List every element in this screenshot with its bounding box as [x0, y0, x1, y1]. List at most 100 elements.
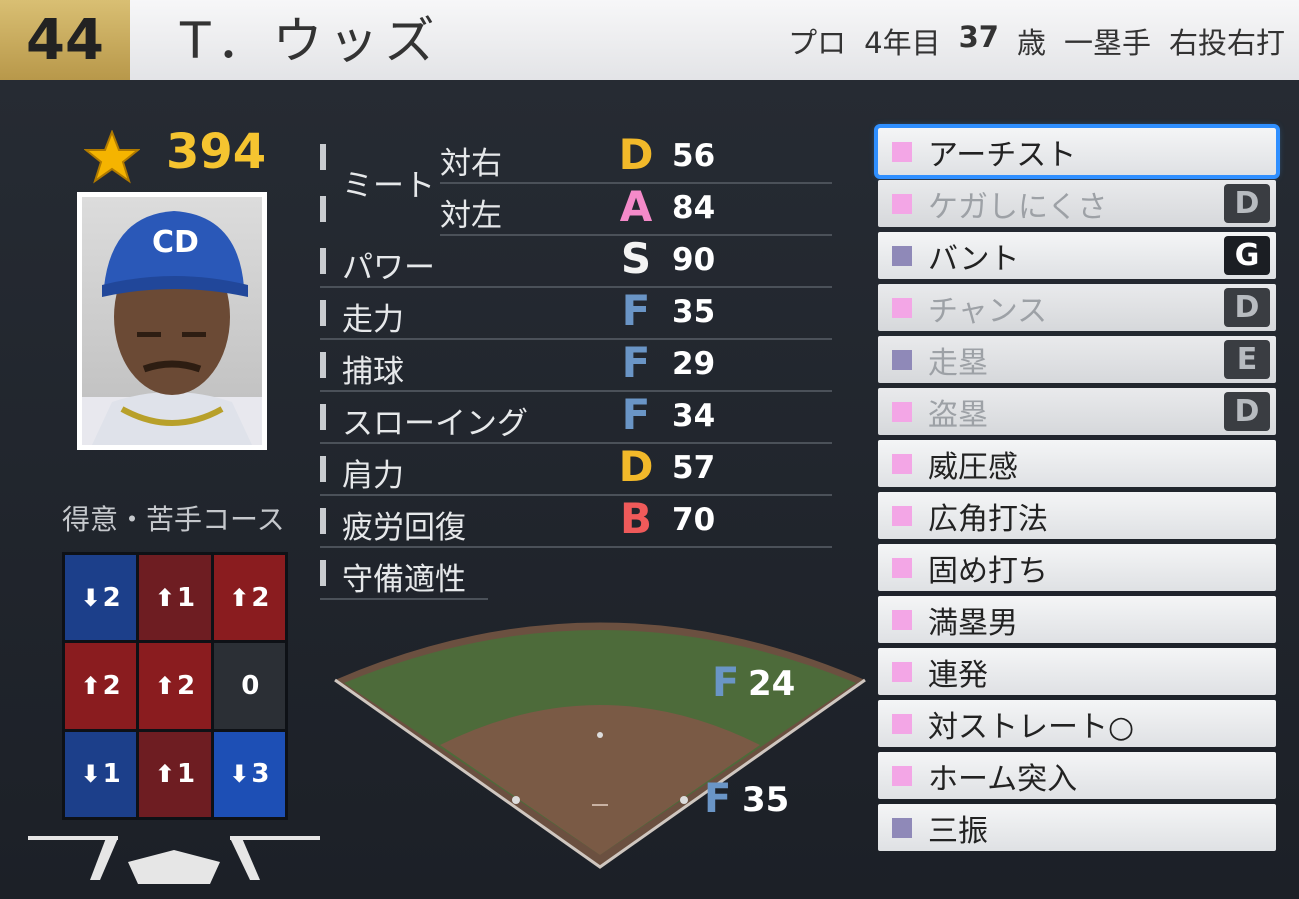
arrow-up-icon: ⬆ [154, 583, 175, 612]
skill-rank-badge: D [1224, 288, 1270, 327]
skill-name: 連発 [928, 657, 988, 693]
skill-name: 固め打ち [928, 553, 1048, 589]
arrow-down-icon: ⬇ [229, 760, 250, 789]
skill-name: 威圧感 [928, 449, 1018, 485]
stat-label: スローイング [342, 406, 528, 442]
player-portrait: CD [77, 192, 267, 450]
skill-item[interactable]: 威圧感 [878, 440, 1276, 487]
skill-name: ホーム突入 [928, 761, 1078, 797]
skill-name: 満塁男 [928, 605, 1018, 641]
course-title: 得意・苦手コース [62, 503, 285, 536]
stat-value: 29 [672, 346, 716, 382]
skill-rank-badge: D [1224, 392, 1270, 431]
course-zone-cell: ⬆ 1 [139, 731, 211, 817]
stat-grade: D [618, 442, 654, 491]
first-base-grade: F [712, 660, 740, 706]
stat-sublabel: 対左 [440, 198, 502, 234]
skill-item[interactable]: ケガしにくさ D [878, 180, 1276, 227]
stat-row: 対左 A 84 [440, 182, 832, 236]
stat-grade: A [619, 182, 653, 231]
skill-item[interactable]: 三振 [878, 804, 1276, 851]
hot-cold-zone-grid: ⬇ 2 ⬆ 1 ⬆ 2 ⬆ 2 ⬆ 2 0 ⬇ 1 ⬆ 1 ⬇ 3 [62, 552, 288, 820]
stat-label: パワー [342, 250, 435, 286]
skill-item[interactable]: バント G [878, 232, 1276, 279]
skill-item[interactable]: 盗塁 D [878, 388, 1276, 435]
stat-bar-marker [320, 196, 326, 222]
stat-row: パワー S 90 [320, 234, 832, 288]
course-zone-cell: ⬆ 2 [213, 555, 285, 641]
stat-grade: F [621, 338, 651, 387]
skill-name: 対ストレート○ [928, 709, 1135, 745]
stat-grade: F [621, 390, 651, 439]
age: 37 [958, 20, 999, 54]
stat-value: 57 [672, 450, 716, 486]
stat-row: スローイング F 34 [320, 390, 832, 444]
skill-item[interactable]: 満塁男 [878, 596, 1276, 643]
arrow-up-icon: ⬆ [154, 760, 175, 789]
skill-color-icon [892, 141, 912, 162]
first-base-value: 24 [748, 664, 796, 704]
overall-rating: 394 [166, 124, 267, 180]
stat-grade: S [620, 234, 652, 283]
defense-field [334, 622, 866, 869]
skill-rank-badge: D [1224, 184, 1270, 223]
skill-color-icon [892, 453, 912, 474]
skill-color-icon [892, 245, 912, 266]
stat-label: 捕球 [342, 354, 404, 390]
stat-grade: F [621, 286, 651, 335]
skill-name: 広角打法 [928, 501, 1048, 537]
arrow-up-icon: ⬆ [229, 583, 250, 612]
stat-value: 35 [672, 294, 716, 330]
zone-value: 1 [102, 759, 121, 790]
stat-bar-marker [320, 248, 326, 274]
skill-item[interactable]: 固め打ち [878, 544, 1276, 591]
arrow-up-icon: ⬆ [154, 671, 175, 700]
player-face-image: CD [82, 211, 262, 445]
skill-list: アーチスト ケガしにくさ D バント G チャンス D 走塁 E 盗塁 D 威圧感広角打法固め打ち満塁… [874, 124, 1280, 856]
skill-rank-badge: G [1224, 236, 1270, 275]
second-value: 35 [742, 780, 790, 820]
stat-bar-marker [320, 352, 326, 378]
skill-color-icon [892, 505, 912, 526]
player-header: 44 T．ウッズ プロ 4年目 37 歳 一塁手 右投右打 [0, 0, 1299, 80]
stat-bar-marker [320, 560, 326, 586]
stat-sublabel: 対右 [440, 146, 502, 182]
zone-value: 2 [102, 670, 121, 701]
arrow-up-icon: ⬆ [80, 671, 101, 700]
skill-color-icon [892, 765, 912, 786]
stat-value: 84 [672, 190, 716, 226]
star-icon [84, 130, 140, 184]
stat-value: 34 [672, 398, 716, 434]
stat-label: 疲労回復 [342, 510, 466, 546]
skill-item[interactable]: チャンス D [878, 284, 1276, 331]
skill-color-icon [892, 193, 912, 214]
zone-value: 2 [251, 582, 270, 613]
skill-item[interactable]: 走塁 E [878, 336, 1276, 383]
career-years: 4年目 [864, 26, 941, 60]
stat-row: 走力 F 35 [320, 286, 832, 340]
stat-row: 捕球 F 29 [320, 338, 832, 392]
skill-name: 走塁 [928, 345, 988, 381]
stat-grade: B [619, 494, 652, 543]
skill-item[interactable]: 対ストレート○ [878, 700, 1276, 747]
skill-item[interactable]: 広角打法 [878, 492, 1276, 539]
skill-item[interactable]: 連発 [878, 648, 1276, 695]
uniform-number: 44 [0, 0, 130, 80]
zone-value: 1 [177, 582, 196, 613]
stat-row: 肩力 D 57 [320, 442, 832, 496]
skill-item[interactable]: ホーム突入 [878, 752, 1276, 799]
skill-name: 三振 [928, 813, 988, 849]
stat-value: 70 [672, 502, 716, 538]
second-grade: F [704, 776, 732, 822]
skill-name: バント [928, 241, 1020, 277]
player-info: プロ 4年目 37 歳 一塁手 右投右打 [770, 20, 1285, 62]
stat-label: 守備適性 [342, 562, 466, 598]
stat-row: 疲労回復 B 70 [320, 494, 832, 548]
skill-item[interactable]: アーチスト [874, 124, 1280, 179]
course-zone-cell: ⬆ 2 [139, 643, 211, 729]
course-zone-cell: ⬇ 1 [65, 731, 137, 817]
player-name: T．ウッズ [180, 12, 441, 70]
stat-value: 90 [672, 242, 716, 278]
course-zone-cell: ⬇ 2 [65, 555, 137, 641]
position: 一塁手 [1063, 26, 1151, 60]
